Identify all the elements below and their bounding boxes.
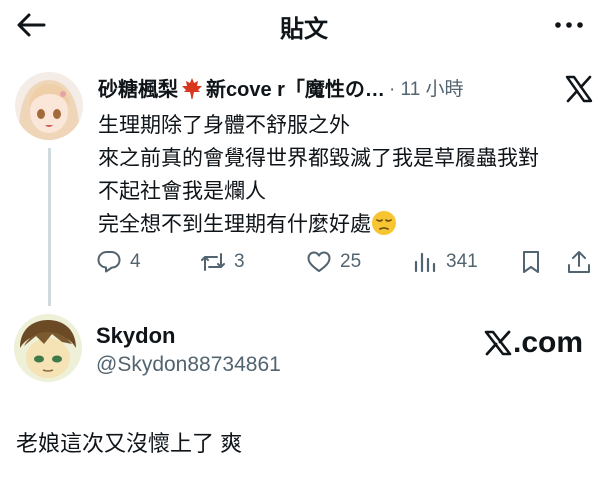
post-header: 砂糖楓梨 新cove r「魔性の… · 11 小時 — [98, 73, 464, 102]
reply-count: 4 — [130, 251, 141, 272]
post-line: 完全想不到生理期有什麼好處 — [98, 213, 371, 236]
post-time[interactable]: · 11 小時 — [389, 74, 464, 101]
views-button[interactable]: 341 — [412, 246, 478, 278]
xcom-watermark: .com — [484, 326, 583, 360]
share-button[interactable] — [566, 246, 592, 278]
analytics-icon — [414, 252, 436, 273]
post-text: 生理期除了身體不舒服之外 來之前真的會覺得世界都毀滅了我是草履蟲我對 不起社會我… — [98, 109, 598, 241]
post-line: 來之前真的會覺得世界都毀滅了我是草履蟲我對 — [98, 147, 539, 170]
reply-author-handle[interactable]: @Skydon88734861 — [96, 353, 281, 377]
reply-author-avatar[interactable] — [14, 314, 82, 382]
bookmark-icon — [523, 251, 539, 273]
post-actions: 4 3 25 341 — [96, 246, 596, 278]
author-display-name-suffix[interactable]: 新cove r「魔性の… — [206, 73, 385, 102]
post-line: 不起社會我是爛人 — [98, 180, 266, 203]
author-display-name[interactable]: 砂糖楓梨 — [98, 73, 178, 102]
page-title: 貼文 — [280, 16, 328, 43]
post-line: 生理期除了身體不舒服之外 — [98, 114, 350, 137]
repost-icon — [201, 253, 225, 271]
pensive-face-icon — [371, 210, 397, 236]
reply-button[interactable]: 4 — [96, 246, 141, 278]
heart-icon — [307, 251, 331, 272]
reply-text: 老娘這次又沒懷上了 爽 — [16, 431, 243, 456]
author-avatar[interactable] — [15, 72, 83, 140]
thread-line — [48, 148, 51, 306]
repost-button[interactable]: 3 — [200, 246, 245, 278]
like-button[interactable]: 25 — [306, 246, 361, 278]
more-options-icon[interactable] — [552, 8, 586, 42]
bookmark-button[interactable] — [518, 246, 544, 278]
reply-icon — [97, 251, 121, 273]
x-logo-icon — [484, 330, 512, 356]
top-bar: 貼文 — [0, 0, 608, 50]
repost-count: 3 — [234, 251, 245, 272]
like-count: 25 — [340, 251, 362, 272]
maple-leaf-icon — [180, 76, 204, 100]
watermark-text: .com — [513, 326, 584, 359]
view-count: 341 — [446, 251, 478, 272]
share-icon — [568, 251, 590, 273]
post-line-last: 完全想不到生理期有什麼好處 — [98, 208, 598, 241]
reply-author-name[interactable]: Skydon — [96, 323, 175, 349]
x-logo-icon — [564, 74, 594, 104]
